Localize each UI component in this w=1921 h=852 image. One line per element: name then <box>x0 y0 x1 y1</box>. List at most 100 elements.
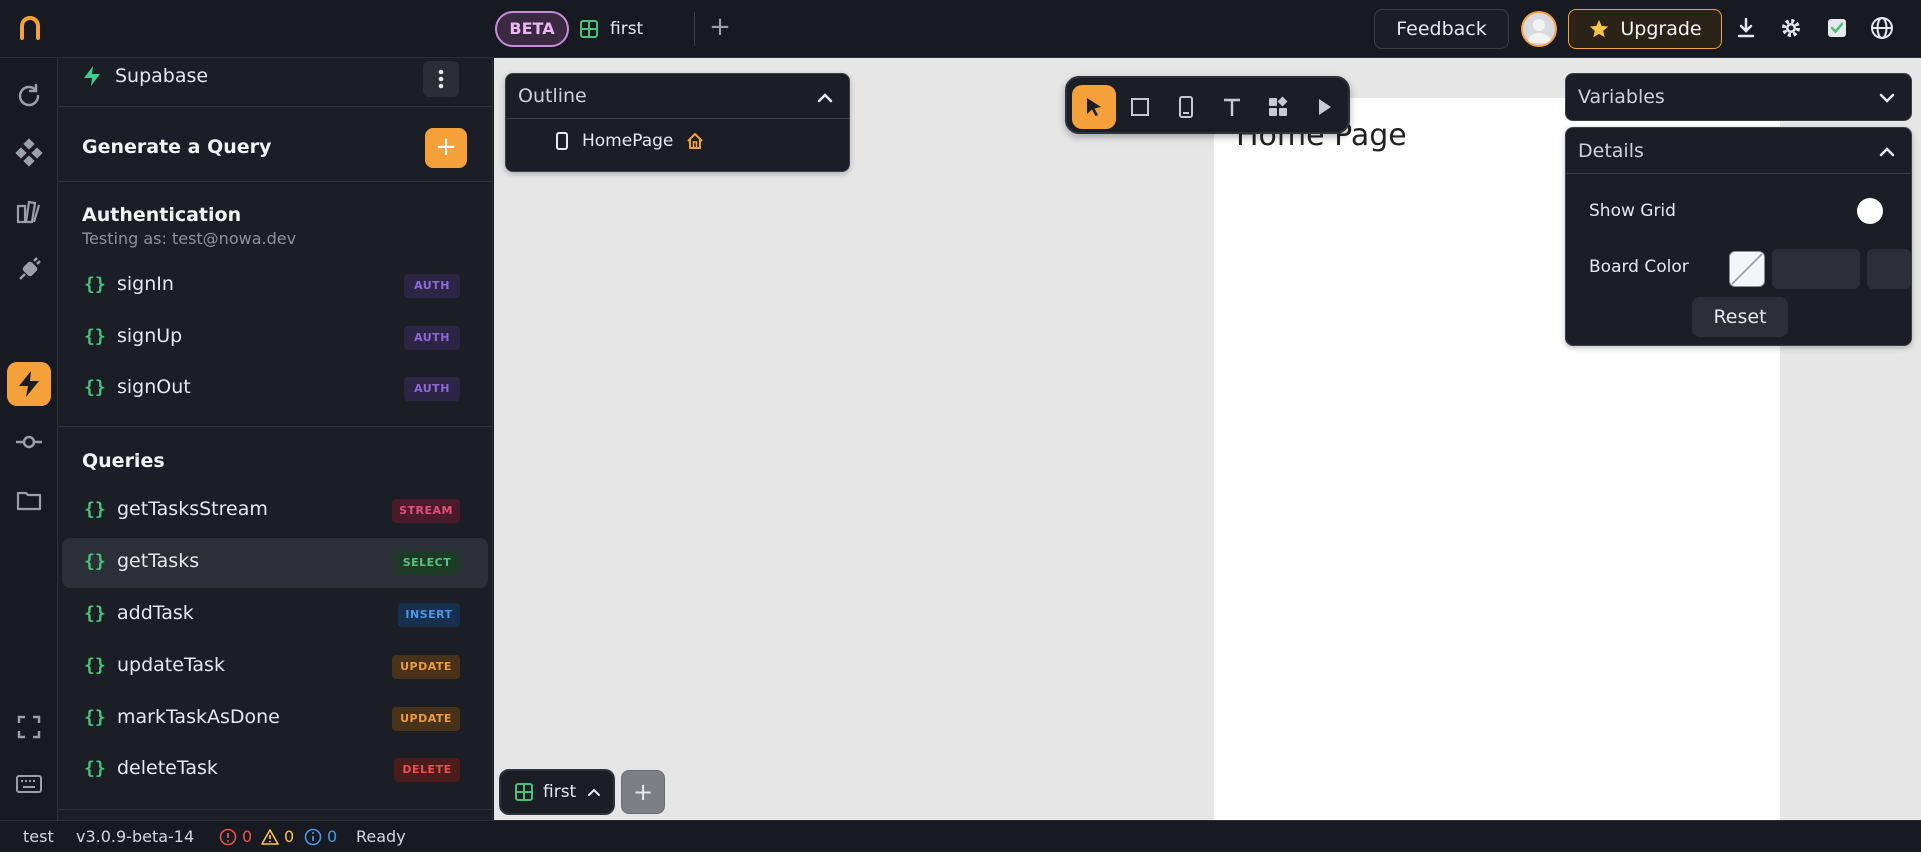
supabase-panel: Supabase Generate a Query + Authenticati… <box>58 58 493 820</box>
list-item-updatetask[interactable]: {} updateTask UPDATE <box>62 642 488 692</box>
nowa-logo[interactable] <box>14 12 46 44</box>
tab-divider <box>694 12 695 46</box>
grid-icon <box>580 20 598 38</box>
screen-tool[interactable] <box>1164 85 1208 129</box>
settings-icon[interactable] <box>1778 15 1804 41</box>
update-badge: UPDATE <box>392 707 460 731</box>
select-tool[interactable] <box>1072 85 1116 129</box>
function-icon: {} <box>84 499 106 520</box>
show-grid-toggle[interactable] <box>1855 196 1899 226</box>
checklist-icon[interactable] <box>1824 15 1850 41</box>
beta-badge: BETA <box>495 11 569 47</box>
commit-icon[interactable] <box>13 426 45 458</box>
function-name: signOut <box>117 376 191 398</box>
function-icon: {} <box>84 707 106 728</box>
info-count-value: 0 <box>327 827 338 846</box>
more-options-button[interactable] <box>423 61 459 97</box>
auth-testing-as: Testing as: test@nowa.dev <box>82 229 297 248</box>
kebab-icon <box>438 69 444 89</box>
text-icon <box>1224 98 1240 116</box>
preview-tool[interactable] <box>1302 85 1346 129</box>
status-bar: test v3.0.9-beta-14 0 0 0 Ready <box>0 820 1921 852</box>
reset-button[interactable]: Reset <box>1692 297 1788 337</box>
add-page-button[interactable]: + <box>621 770 665 814</box>
left-rail <box>0 58 58 820</box>
chevron-up-icon[interactable] <box>1877 142 1897 162</box>
rectangle-tool[interactable] <box>1118 85 1162 129</box>
function-icon: {} <box>84 758 106 779</box>
assets-icon[interactable] <box>13 195 45 227</box>
function-name: deleteTask <box>117 757 218 779</box>
function-name: addTask <box>117 602 194 624</box>
board-color-hex-input[interactable] <box>1772 249 1860 289</box>
warning-count[interactable]: 0 <box>261 827 294 846</box>
function-icon: {} <box>84 655 106 676</box>
chevron-down-icon[interactable] <box>1877 88 1897 108</box>
globe-icon[interactable] <box>1869 15 1895 41</box>
stream-badge: STREAM <box>392 499 460 523</box>
outline-panel: Outline HomePage <box>505 73 850 172</box>
refresh-icon[interactable] <box>13 80 45 112</box>
home-icon <box>687 133 704 149</box>
upgrade-button[interactable]: Upgrade <box>1568 9 1722 49</box>
list-item-gettasksstream[interactable]: {} getTasksStream STREAM <box>62 486 488 536</box>
rectangle-icon <box>1131 98 1149 116</box>
play-icon <box>1319 99 1331 115</box>
page-tab-first[interactable]: first <box>499 769 615 815</box>
tab-first[interactable]: first <box>580 10 643 48</box>
function-icon: {} <box>84 274 106 295</box>
grid-icon <box>515 783 533 801</box>
outline-item-homepage[interactable]: HomePage <box>554 131 705 151</box>
variables-panel[interactable]: Variables <box>1565 73 1912 121</box>
info-count[interactable]: 0 <box>304 827 337 846</box>
keyboard-icon[interactable] <box>13 768 45 800</box>
chevron-up-icon[interactable] <box>815 88 835 108</box>
divider <box>58 426 492 427</box>
fullscreen-icon[interactable] <box>13 711 45 743</box>
text-tool[interactable] <box>1210 85 1254 129</box>
generate-query-button[interactable]: + <box>425 128 467 168</box>
lightning-icon[interactable] <box>13 368 45 400</box>
download-icon[interactable] <box>1733 15 1759 41</box>
auth-section-title: Authentication <box>82 204 242 226</box>
board-color-label: Board Color <box>1589 257 1689 277</box>
list-item-signin[interactable]: {} signIn AUTH <box>62 261 488 311</box>
function-icon: {} <box>84 603 106 624</box>
divider <box>58 106 492 107</box>
list-item-deletetask[interactable]: {} deleteTask DELETE <box>62 745 488 795</box>
outline-header[interactable]: Outline <box>506 74 849 119</box>
warning-count-value: 0 <box>284 827 295 846</box>
list-item-signup[interactable]: {} signUp AUTH <box>62 313 488 363</box>
list-item-signout[interactable]: {} signOut AUTH <box>62 364 488 414</box>
list-item-addtask[interactable]: {} addTask INSERT <box>62 590 488 640</box>
insert-badge: INSERT <box>398 603 460 627</box>
components-icon[interactable] <box>13 137 45 169</box>
board-color-swatch[interactable] <box>1729 251 1765 287</box>
details-header[interactable]: Details <box>1566 128 1911 174</box>
project-name: test <box>23 827 54 846</box>
components-tool[interactable] <box>1256 85 1300 129</box>
avatar[interactable] <box>1521 11 1557 47</box>
plug-icon[interactable] <box>13 253 45 285</box>
select-badge: SELECT <box>394 551 460 575</box>
page-tab-label: first <box>543 782 577 802</box>
board-color-opacity-input[interactable] <box>1867 249 1911 289</box>
feedback-button[interactable]: Feedback <box>1374 9 1509 49</box>
phone-icon <box>556 132 568 150</box>
outline-title: Outline <box>518 85 587 107</box>
details-panel: Details Show Grid Board Color Reset <box>1565 127 1912 346</box>
version-label: v3.0.9-beta-14 <box>76 827 195 846</box>
auth-badge: AUTH <box>404 377 460 401</box>
delete-badge: DELETE <box>394 758 460 782</box>
function-name: updateTask <box>117 654 225 676</box>
list-item-gettasks[interactable]: {} getTasks SELECT <box>62 538 488 588</box>
list-item-marktaskasdone[interactable]: {} markTaskAsDone UPDATE <box>62 694 488 744</box>
design-canvas[interactable]: Home Page Outline HomePage Variables Det… <box>494 58 1921 820</box>
warning-icon <box>261 828 279 845</box>
function-name: markTaskAsDone <box>117 706 280 728</box>
update-badge: UPDATE <box>392 655 460 679</box>
source-name: Supabase <box>115 65 209 87</box>
add-tab-button[interactable]: + <box>707 12 733 44</box>
error-count[interactable]: 0 <box>219 827 252 846</box>
folder-icon[interactable] <box>13 484 45 516</box>
